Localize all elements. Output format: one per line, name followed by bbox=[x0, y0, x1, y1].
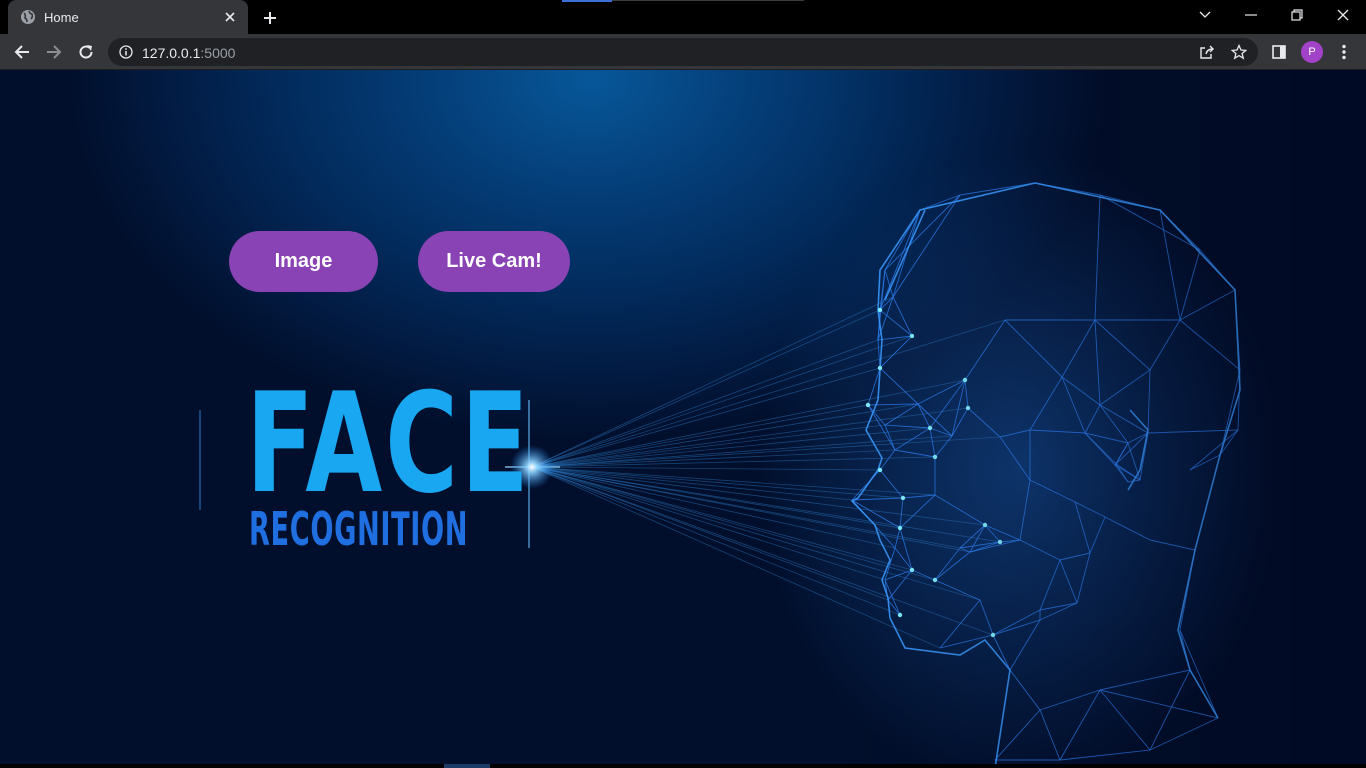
browser-toolbar: 127.0.0.1:5000 P bbox=[0, 34, 1366, 70]
minimize-icon[interactable] bbox=[1228, 0, 1274, 30]
live-cam-button[interactable]: Live Cam! bbox=[418, 231, 570, 292]
kebab-menu-icon[interactable] bbox=[1334, 42, 1354, 62]
arrow-right-icon[interactable] bbox=[40, 38, 68, 66]
tab-strip-divider bbox=[612, 0, 804, 1]
tab-strip: Home bbox=[0, 0, 1366, 34]
tab-strip-indicator bbox=[562, 0, 612, 2]
info-icon[interactable] bbox=[118, 44, 134, 60]
address-bar[interactable]: 127.0.0.1:5000 bbox=[108, 38, 1258, 66]
page-content: Image Live Cam! FACE RECOGNITION bbox=[0, 70, 1366, 768]
logo-subtitle: RECOGNITION bbox=[249, 502, 469, 556]
reload-icon[interactable] bbox=[72, 38, 100, 66]
tab-title: Home bbox=[44, 9, 79, 25]
bottom-strip-mark bbox=[444, 764, 490, 768]
plus-icon[interactable] bbox=[258, 6, 282, 30]
share-icon[interactable] bbox=[1198, 43, 1216, 61]
image-button[interactable]: Image bbox=[229, 231, 378, 292]
close-icon[interactable] bbox=[222, 9, 238, 25]
url-host: 127.0.0.1 bbox=[142, 45, 201, 61]
url-port: :5000 bbox=[200, 45, 236, 61]
chevron-down-icon[interactable] bbox=[1182, 0, 1228, 30]
url-text[interactable]: 127.0.0.1:5000 bbox=[142, 45, 235, 61]
star-icon[interactable] bbox=[1230, 43, 1248, 61]
globe-icon bbox=[20, 9, 36, 25]
browser-tab-home[interactable]: Home bbox=[8, 0, 248, 34]
restore-icon[interactable] bbox=[1274, 0, 1320, 30]
arrow-left-icon[interactable] bbox=[8, 38, 36, 66]
logo-title: FACE bbox=[246, 363, 532, 524]
wireframe-head-illustration bbox=[199, 150, 1280, 768]
bottom-strip bbox=[0, 764, 1366, 768]
close-icon[interactable] bbox=[1320, 0, 1366, 30]
side-panel-icon[interactable] bbox=[1269, 42, 1289, 62]
avatar[interactable]: P bbox=[1301, 41, 1323, 63]
